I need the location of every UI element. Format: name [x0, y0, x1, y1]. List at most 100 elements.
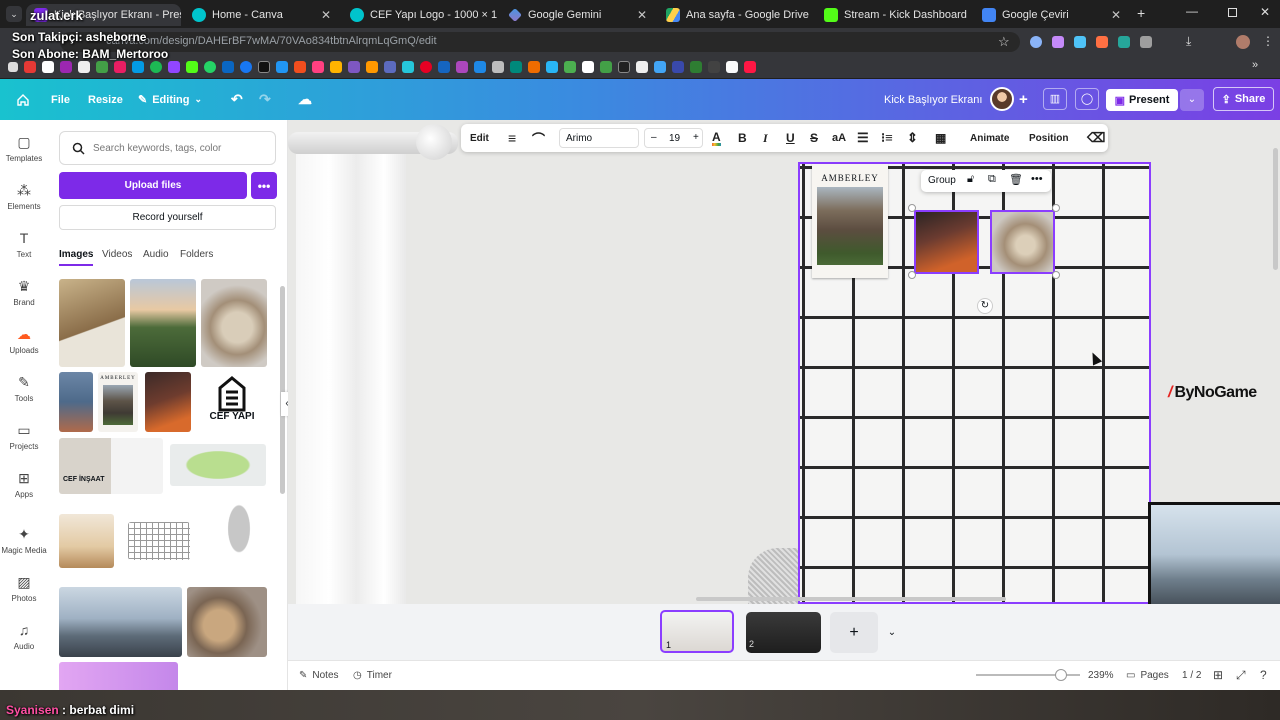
bookmark-icon[interactable] — [132, 61, 144, 73]
bookmark-icon[interactable] — [366, 61, 378, 73]
extension-icon[interactable] — [1074, 36, 1086, 48]
browser-tab-gemini[interactable]: Google Gemini ✕ — [500, 4, 655, 26]
position-button[interactable]: Position — [1029, 124, 1068, 152]
upload-thumbnail-selfie[interactable] — [145, 372, 191, 432]
text-style-icon[interactable]: ≡ — [508, 124, 516, 152]
apps-grid-icon[interactable] — [8, 62, 18, 72]
upload-thumbnail-office-chair[interactable] — [214, 500, 264, 582]
insights-button[interactable]: ▥ — [1043, 88, 1067, 110]
bookmark-icon[interactable] — [564, 61, 576, 73]
bookmark-icon[interactable] — [636, 61, 648, 73]
zoom-level[interactable]: 239% — [1088, 660, 1114, 690]
sidebar-item-brand[interactable]: ♛ Brand — [0, 278, 48, 307]
bookmark-icon[interactable] — [222, 61, 234, 73]
bookmark-icon[interactable] — [168, 61, 180, 73]
extension-icon[interactable] — [1052, 36, 1064, 48]
increase-font-size-button[interactable]: + — [693, 132, 699, 143]
tab-search-button[interactable]: ⌄ — [6, 6, 22, 22]
upload-thumbnail-cef-insaat[interactable]: CEF İNŞAAT — [59, 438, 163, 494]
canvas-photo-selfie[interactable] — [914, 210, 979, 274]
bookmark-icon[interactable] — [744, 61, 756, 73]
resize-button[interactable]: Resize — [88, 79, 123, 120]
underline-icon[interactable]: U — [786, 124, 795, 152]
upload-thumbnail-polaroid[interactable] — [59, 279, 125, 367]
bookmark-icon[interactable] — [294, 61, 306, 73]
bookmark-icon[interactable] — [240, 61, 252, 73]
browser-tab-drive[interactable]: Ana sayfa - Google Drive ✕ — [658, 4, 813, 26]
add-page-button[interactable]: + — [830, 612, 878, 653]
font-select[interactable]: Arimo — [559, 128, 639, 148]
bookmark-icon[interactable] — [24, 61, 36, 73]
close-tab-icon[interactable]: ✕ — [637, 8, 647, 22]
bookmarks-more-icon[interactable]: » — [1252, 59, 1258, 71]
upload-thumbnail-cat-2[interactable] — [187, 587, 267, 657]
bold-icon[interactable]: B — [738, 124, 747, 152]
document-title[interactable]: Kick Başlıyor Ekranı — [884, 79, 982, 120]
decrease-font-size-button[interactable]: – — [651, 132, 657, 143]
bookmark-icon[interactable] — [420, 61, 432, 73]
letter-case-icon[interactable]: aA — [832, 124, 846, 152]
present-options-button[interactable]: ⌄ — [1180, 89, 1204, 111]
grid-view-icon[interactable]: ⊞ — [1213, 660, 1223, 690]
upload-thumbnail-amberley[interactable] — [59, 372, 93, 432]
bookmark-icon[interactable] — [312, 61, 324, 73]
sidebar-item-tools[interactable]: ✎ Tools — [0, 374, 48, 403]
italic-icon[interactable]: I — [763, 124, 768, 152]
bookmark-icon[interactable] — [600, 61, 612, 73]
sidebar-item-templates[interactable]: ▢ Templates — [0, 134, 48, 163]
upload-files-button[interactable]: Upload files — [59, 172, 247, 199]
undo-button[interactable]: ↶ — [231, 79, 243, 120]
more-options-icon[interactable]: ••• — [1031, 173, 1043, 185]
redo-button[interactable]: ↷ — [259, 79, 271, 120]
selection-handle[interactable] — [1052, 204, 1060, 212]
bookmark-icon[interactable] — [348, 61, 360, 73]
add-page-options-button[interactable]: ⌄ — [880, 612, 904, 653]
horizontal-scrollbar[interactable] — [696, 597, 1006, 601]
pages-button[interactable]: ▭ Pages — [1126, 660, 1169, 690]
selection-handle[interactable] — [1052, 271, 1060, 279]
sidebar-item-text[interactable]: T Text — [0, 230, 48, 259]
record-yourself-button[interactable]: Record yourself — [59, 205, 276, 230]
bookmark-icon[interactable] — [726, 61, 738, 73]
duplicate-icon[interactable]: ⧉ — [988, 173, 996, 186]
bookmark-icon[interactable] — [42, 61, 54, 73]
fullscreen-icon[interactable]: ⤢ — [1236, 660, 1246, 690]
selection-handle[interactable] — [908, 204, 916, 212]
bookmark-icon[interactable] — [528, 61, 540, 73]
browser-tab-home-canva[interactable]: Home - Canva ✕ — [184, 4, 339, 26]
cloud-saved-icon[interactable]: ☁ — [298, 79, 312, 120]
upload-thumbnail-cef-yapi-logo[interactable]: CEF YAPI — [199, 372, 265, 432]
bookmark-icon[interactable] — [186, 61, 198, 73]
browser-tab-translate[interactable]: Google Çeviri ✕ — [974, 4, 1129, 26]
home-button[interactable] — [16, 79, 30, 120]
canvas-scrollbar[interactable] — [1273, 148, 1278, 270]
bookmark-icon[interactable] — [114, 61, 126, 73]
edit-button[interactable]: Edit — [470, 124, 489, 152]
panel-scrollbar[interactable] — [280, 286, 285, 494]
bookmark-icon[interactable] — [618, 61, 630, 73]
bookmark-icon[interactable] — [330, 61, 342, 73]
text-color-icon[interactable]: A — [712, 124, 721, 152]
rotate-handle[interactable]: ↻ — [977, 298, 993, 314]
bookmark-icon[interactable] — [474, 61, 486, 73]
bookmark-icon[interactable] — [78, 61, 90, 73]
extension-icon[interactable] — [1030, 36, 1042, 48]
group-button[interactable]: Group — [928, 175, 956, 186]
page-thumbnail-2[interactable]: 2 — [746, 612, 821, 653]
bookmark-star-icon[interactable]: ☆ — [998, 34, 1010, 50]
bookmark-icon[interactable] — [258, 61, 270, 73]
upload-more-button[interactable]: ••• — [251, 172, 277, 199]
upload-thumbnail-landscape[interactable] — [130, 279, 196, 367]
align-icon[interactable]: ☰ — [857, 124, 869, 152]
extension-icon[interactable] — [1118, 36, 1130, 48]
bookmark-icon[interactable] — [690, 61, 702, 73]
tab-folders[interactable]: Folders — [180, 249, 213, 260]
file-menu[interactable]: File — [51, 79, 70, 120]
upload-thumbnail-cat[interactable] — [201, 279, 267, 367]
upload-thumbnail-grid[interactable] — [128, 522, 190, 560]
curve-text-icon[interactable]: ⌒ — [532, 124, 545, 152]
mountain-frame[interactable] — [1148, 502, 1280, 604]
close-window-icon[interactable]: ✕ — [1260, 5, 1270, 19]
upload-thumbnail-room[interactable] — [59, 514, 114, 568]
restore-window-icon[interactable] — [1228, 8, 1237, 17]
